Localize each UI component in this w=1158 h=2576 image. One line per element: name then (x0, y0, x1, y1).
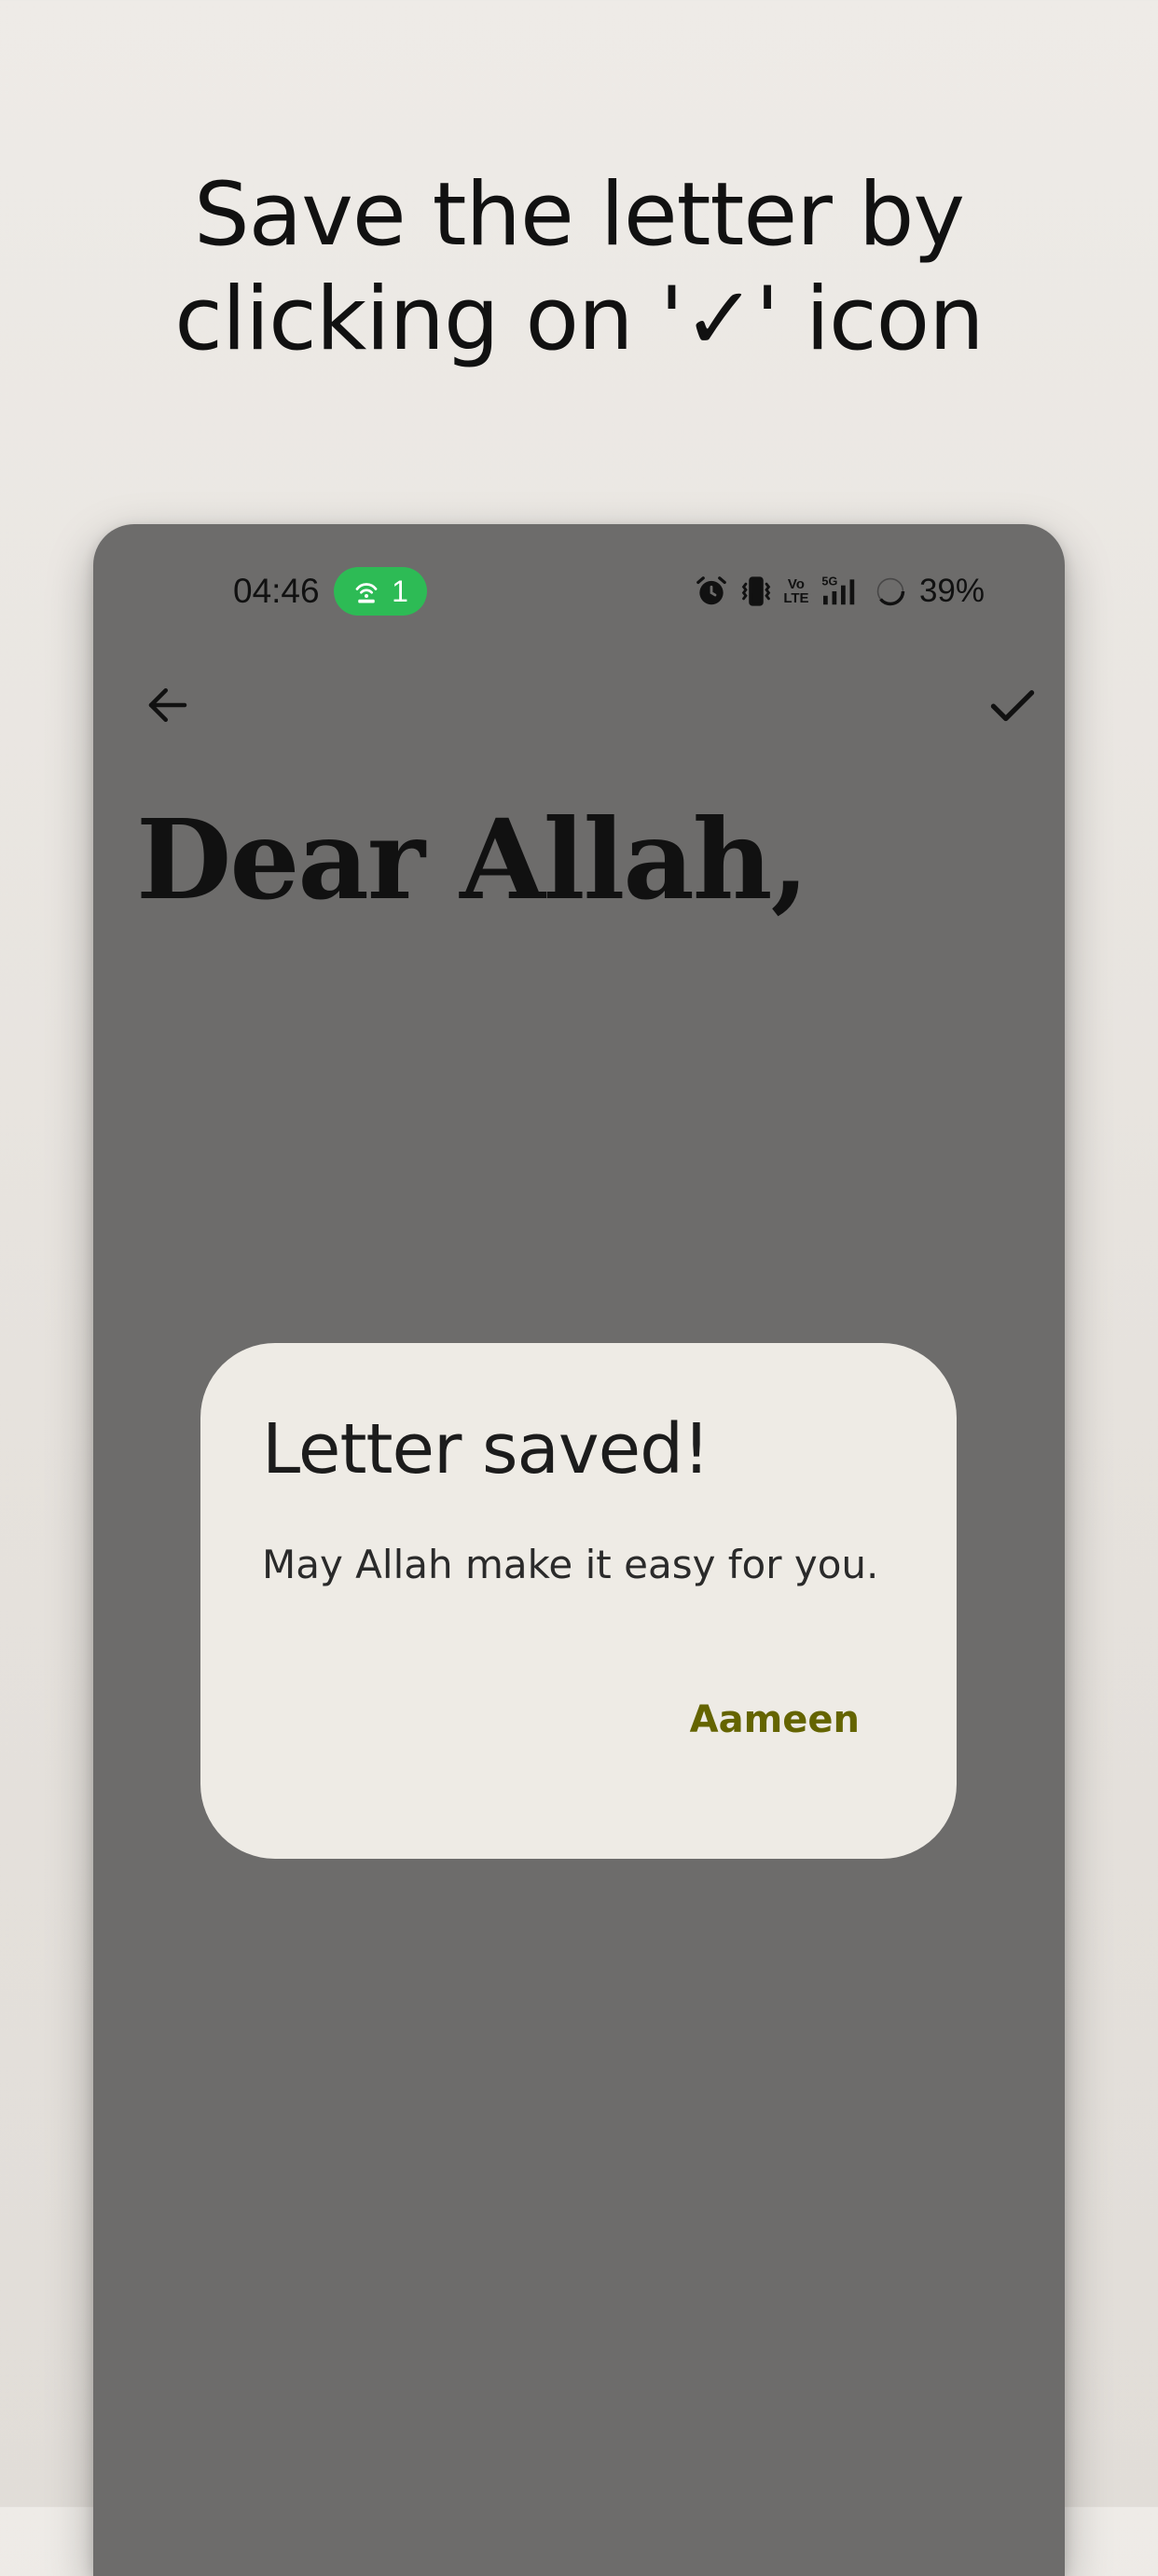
arrow-left-icon (148, 688, 187, 722)
dialog-title: Letter saved! (262, 1409, 710, 1489)
aameen-button[interactable]: Aameen (690, 1696, 860, 1744)
letter-heading: Dear Allah, (136, 795, 809, 924)
battery-ring-icon (875, 576, 905, 606)
hotspot-indicator[interactable]: 1 (334, 567, 427, 616)
battery-percentage: 39% (918, 573, 985, 609)
dialog-message: May Allah make it easy for you. (262, 1542, 879, 1587)
volte-bottom-label: LTE (783, 590, 809, 606)
phone-screen: 04:46 1 Vo LTE 5G 39% Dear Allah, Letter… (93, 524, 1065, 2576)
promo-headline-line-2: clicking on '✓' icon (174, 269, 984, 370)
hotspot-count: 1 (392, 575, 408, 608)
back-button[interactable] (134, 672, 201, 739)
status-bar: 04:46 1 Vo LTE 5G 39% (93, 565, 1065, 617)
save-check-button[interactable] (979, 672, 1046, 739)
status-time: 04:46 (233, 572, 320, 610)
alarm-icon (696, 576, 726, 605)
promo-headline-line-1: Save the letter by (193, 164, 965, 266)
hotspot-icon (355, 583, 378, 603)
vibrate-icon (741, 576, 771, 606)
signal-5g-icon: 5G (821, 575, 855, 605)
status-icons: Vo LTE 5G 39% (694, 571, 985, 612)
letter-saved-dialog: Letter saved! May Allah make it easy for… (200, 1343, 957, 1859)
volte-indicator: Vo LTE (783, 577, 809, 605)
volte-top-label: Vo (787, 576, 805, 592)
promo-headline: Save the letter by clicking on '✓' icon (0, 163, 1158, 372)
network-type-label: 5G (821, 575, 837, 589)
check-icon (990, 690, 1035, 722)
